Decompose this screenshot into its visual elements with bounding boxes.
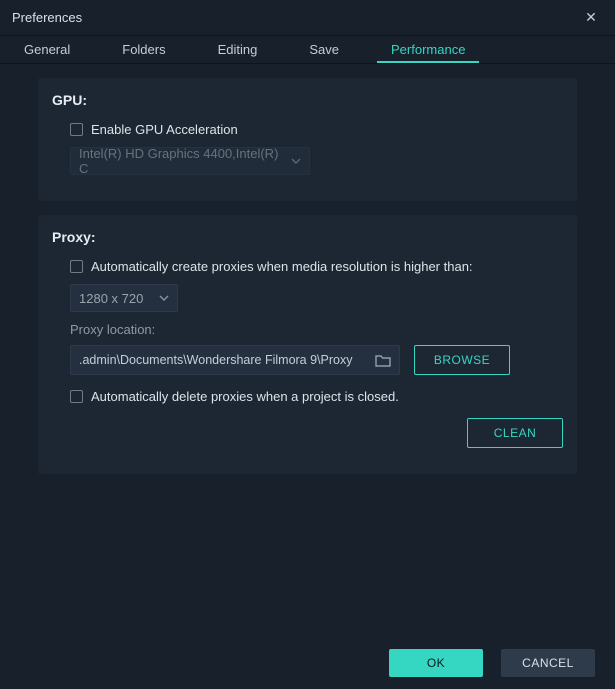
tab-performance[interactable]: Performance bbox=[377, 36, 479, 63]
chevron-down-icon bbox=[291, 156, 301, 166]
tab-editing[interactable]: Editing bbox=[204, 36, 272, 63]
gpu-device-select[interactable]: Intel(R) HD Graphics 4400,Intel(R) C bbox=[70, 147, 310, 175]
proxy-resolution-select[interactable]: 1280 x 720 bbox=[70, 284, 178, 312]
content-area: GPU: Enable GPU Acceleration Intel(R) HD… bbox=[0, 64, 615, 474]
window-title: Preferences bbox=[12, 10, 579, 25]
clean-button[interactable]: CLEAN bbox=[467, 418, 563, 448]
chevron-down-icon bbox=[159, 293, 169, 303]
browse-button[interactable]: BROWSE bbox=[414, 345, 510, 375]
ok-button[interactable]: OK bbox=[389, 649, 483, 677]
proxy-location-label: Proxy location: bbox=[70, 322, 563, 337]
checkbox-box bbox=[70, 123, 83, 136]
checkbox-box bbox=[70, 390, 83, 403]
gpu-panel: GPU: Enable GPU Acceleration Intel(R) HD… bbox=[38, 78, 577, 201]
tabs: General Folders Editing Save Performance bbox=[0, 36, 615, 64]
gpu-enable-label: Enable GPU Acceleration bbox=[91, 122, 238, 137]
close-icon[interactable]: ✕ bbox=[579, 9, 603, 26]
dialog-footer: OK CANCEL bbox=[389, 649, 595, 677]
proxy-location-value: .admin\Documents\Wondershare Filmora 9\P… bbox=[79, 353, 369, 367]
proxy-autocreate-checkbox[interactable]: Automatically create proxies when media … bbox=[52, 259, 473, 274]
proxy-location-field[interactable]: .admin\Documents\Wondershare Filmora 9\P… bbox=[70, 345, 400, 375]
gpu-heading: GPU: bbox=[52, 92, 563, 108]
proxy-resolution-selected: 1280 x 720 bbox=[79, 291, 143, 306]
checkbox-box bbox=[70, 260, 83, 273]
folder-icon bbox=[375, 353, 391, 367]
titlebar: Preferences ✕ bbox=[0, 0, 615, 36]
proxy-heading: Proxy: bbox=[52, 229, 563, 245]
tab-general[interactable]: General bbox=[10, 36, 84, 63]
gpu-enable-checkbox[interactable]: Enable GPU Acceleration bbox=[52, 122, 238, 137]
proxy-autocreate-label: Automatically create proxies when media … bbox=[91, 259, 473, 274]
gpu-device-selected: Intel(R) HD Graphics 4400,Intel(R) C bbox=[79, 146, 283, 176]
tab-save[interactable]: Save bbox=[295, 36, 353, 63]
tab-folders[interactable]: Folders bbox=[108, 36, 179, 63]
proxy-autodelete-label: Automatically delete proxies when a proj… bbox=[91, 389, 399, 404]
proxy-autodelete-checkbox[interactable]: Automatically delete proxies when a proj… bbox=[52, 389, 399, 404]
proxy-panel: Proxy: Automatically create proxies when… bbox=[38, 215, 577, 474]
cancel-button[interactable]: CANCEL bbox=[501, 649, 595, 677]
